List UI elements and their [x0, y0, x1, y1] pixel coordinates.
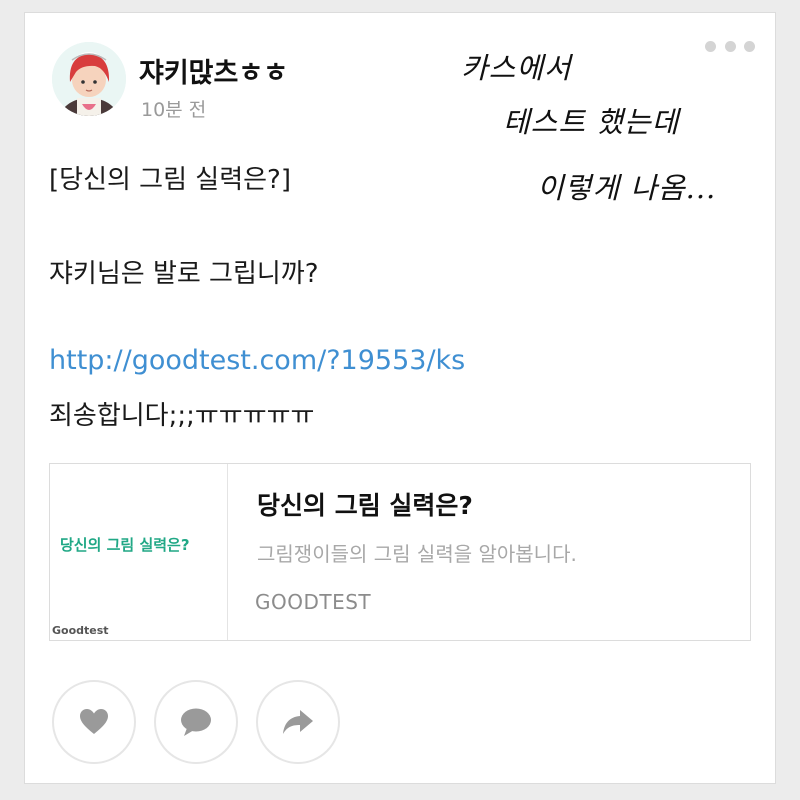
link-preview-domain: GOODTEST	[255, 590, 372, 614]
more-dot	[705, 40, 716, 52]
post-timestamp: 10분 전	[141, 99, 207, 121]
link-preview-title: 당신의 그림 실력은?	[257, 491, 473, 520]
post-text-title: [당신의 그림 실력은?]	[49, 165, 291, 195]
like-button[interactable]	[52, 680, 136, 764]
link-preview-thumbnail: 당신의 그림 실력은? Goodtest	[50, 464, 228, 640]
post-text-body: 쟈키님은 발로 그립니까?	[49, 259, 319, 289]
link-preview-description: 그림쟁이들의 그림 실력을 알아봅니다.	[257, 542, 577, 566]
avatar-image	[52, 42, 126, 116]
more-options-button[interactable]	[705, 39, 755, 53]
handwritten-note-line-3: 이렇게 나옴...	[537, 171, 717, 205]
heart-icon	[80, 709, 108, 734]
share-button[interactable]	[256, 680, 340, 764]
post-text-apology: 죄송합니다;;;ㅠㅠㅠㅠㅠ	[49, 401, 315, 431]
thumbnail-brand: Goodtest	[52, 624, 109, 637]
handwritten-note-line-2: 테스트 했는데	[503, 105, 680, 139]
post-link[interactable]: http://goodtest.com/?19553/ks	[49, 345, 465, 376]
link-preview-card[interactable]: 당신의 그림 실력은? Goodtest 당신의 그림 실력은? 그림쟁이들의 …	[49, 463, 751, 641]
post-card: 쟈키맍츠ㅎㅎ 10분 전 카스에서 테스트 했는데 이렇게 나옴... [당신의…	[24, 12, 776, 784]
username[interactable]: 쟈키맍츠ㅎㅎ	[139, 51, 288, 90]
more-dot	[724, 40, 736, 52]
handwritten-note-line-1: 카스에서	[461, 51, 572, 85]
avatar[interactable]	[52, 42, 126, 116]
comment-bubble-icon	[181, 708, 211, 736]
more-dot	[744, 40, 755, 52]
share-arrow-icon	[283, 710, 313, 734]
thumbnail-title: 당신의 그림 실력은?	[60, 536, 190, 554]
comment-button[interactable]	[154, 680, 238, 764]
